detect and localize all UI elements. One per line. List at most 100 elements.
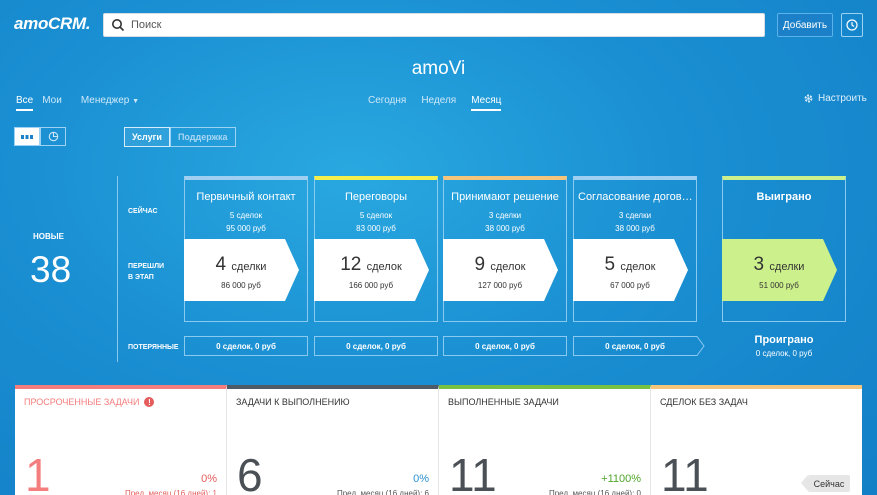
top-bar: amoCRM. Добавить (0, 0, 877, 48)
owner-filter: Все Мои Менеджер ▼ (16, 95, 139, 111)
stage-moved-count: 12 сделок (315, 254, 427, 276)
app-logo[interactable]: amoCRM. (14, 14, 91, 34)
stage-now-deals: 5 сделок (359, 211, 393, 220)
stage-moved-sum: 166 000 руб (348, 281, 394, 290)
gear-icon (804, 94, 813, 103)
stage-moved-count: 4 сделки (185, 254, 297, 276)
filter-all[interactable]: Все (16, 95, 34, 111)
stage-moved-value: 5 (604, 254, 616, 275)
notifications-button[interactable] (841, 13, 863, 37)
task-card-value: 11 (661, 449, 709, 495)
task-card-previous: Пред. месяц (16 дней): 0 (548, 489, 641, 495)
task-card-title: ПРОСРОЧЕННЫЕ ЗАДАЧИ! (24, 397, 155, 407)
view-toggle (14, 127, 66, 146)
won-count-value: 3 (753, 254, 765, 275)
task-card-percent: +1100% (601, 473, 641, 485)
funnel-view-button[interactable] (14, 127, 40, 146)
stage-moved-unit: сделки (231, 261, 267, 273)
task-card-title: ВЫПОЛНЕННЫЕ ЗАДАЧИ (448, 397, 559, 407)
page-title: amoVi (411, 58, 466, 79)
row-label-lost: ПОТЕРЯННЫЕ (128, 344, 179, 351)
task-card-title-text: ВЫПОЛНЕННЫЕ ЗАДАЧИ (448, 397, 559, 407)
stage-moved-count: 5 сделок (574, 254, 686, 276)
stage-now-deals: 3 сделки (618, 211, 652, 220)
tab-month[interactable]: Месяц (471, 95, 502, 111)
task-card[interactable]: ВЫПОЛНЕННЫЕ ЗАДАЧИ 11 +1100% Пред. месяц (1… (439, 385, 651, 495)
stage-now-sum: 83 000 руб (356, 224, 396, 233)
stage-now-deals: 3 сделки (488, 211, 522, 220)
stage-lost[interactable]: 0 сделок, 0 руб (314, 336, 438, 356)
stage-moved-unit: сделок (620, 261, 656, 273)
funnel-divider (117, 176, 118, 362)
filter-mine[interactable]: Мои (42, 95, 62, 111)
manager-dropdown-label: Менеджер (80, 95, 130, 106)
stage-name: Первичный контакт (196, 191, 296, 203)
row-label-moved-line2: В ЭТАП (128, 274, 154, 281)
task-card[interactable]: ЗАДАЧИ К ВЫПОЛНЕНИЮ 6 0% Пред. месяц (16 дн… (227, 385, 439, 495)
won-stage-title: Выиграно (756, 191, 812, 203)
new-deals-label: НОВЫЕ (33, 232, 64, 241)
stage-moved-sum: 86 000 руб (221, 281, 261, 290)
chevron-down-icon: ▼ (132, 98, 140, 105)
task-card-previous: Пред. месяц (16 дней): 1 (124, 489, 217, 495)
tab-today[interactable]: Сегодня (368, 95, 406, 111)
lost-total-title: Проиграно (754, 334, 814, 346)
stage-moved-value: 4 (215, 254, 227, 275)
stage-card[interactable]: Согласование догов… 3 сделки 38 000 руб 5 с… (573, 176, 697, 322)
lost-total-sub: 0 сделок, 0 руб (755, 349, 813, 358)
search-bar[interactable] (103, 13, 765, 37)
stage-moved-sum: 127 000 руб (477, 281, 523, 290)
stage-lost[interactable]: 0 сделок, 0 руб (573, 336, 697, 356)
new-deals-count: 38 (30, 249, 72, 290)
task-card-percent: 0% (413, 473, 429, 485)
task-card-title-text: ЗАДАЧИ К ВЫПОЛНЕНИЮ (236, 397, 350, 407)
stage-card[interactable]: Принимают решение 3 сделки 38 000 руб 9 сде… (443, 176, 567, 322)
stage-moved-unit: сделок (490, 261, 526, 273)
stage-card[interactable]: Переговоры 5 сделок 83 000 руб 12 сделок 166… (314, 176, 438, 322)
period-tabs: Сегодня Неделя Месяц (368, 95, 502, 111)
won-count-unit: сделки (769, 261, 805, 273)
row-label-moved: ПЕРЕШЛИ В ЭТАП (128, 261, 164, 283)
task-card-value: 11 (449, 449, 497, 495)
task-card-previous: Пред. месяц (16 дней): 6 (336, 489, 429, 495)
clock-icon (846, 19, 858, 31)
search-input[interactable] (131, 19, 764, 31)
stage-moved-value: 12 (340, 254, 362, 275)
task-card-value: 6 (237, 449, 263, 495)
stage-card[interactable]: Первичный контакт 5 сделок 95 000 руб 4 сде… (184, 176, 308, 322)
pie-chart-icon (48, 131, 58, 142)
list-view-icon (21, 134, 33, 139)
settings-label: Настроить (818, 93, 867, 104)
settings-link[interactable]: Настроить (803, 93, 867, 104)
stage-lost[interactable]: 0 сделок, 0 руб (184, 336, 308, 356)
task-card-title-text: СДЕЛОК БЕЗ ЗАДАЧ (660, 397, 748, 407)
task-card-title: СДЕЛОК БЕЗ ЗАДАЧ (660, 397, 748, 407)
task-card[interactable]: ПРОСРОЧЕННЫЕ ЗАДАЧИ! 1 0% Пред. месяц (16 д… (15, 385, 227, 495)
stage-now-sum: 38 000 руб (615, 224, 655, 233)
task-card-percent: 0% (201, 473, 217, 485)
tab-week[interactable]: Неделя (421, 95, 456, 111)
pipeline-tabs: Услуги Поддержка (124, 127, 236, 147)
stage-moved-count: 9 сделок (444, 254, 556, 276)
tab-pipeline-services[interactable]: Услуги (124, 127, 170, 147)
row-label-moved-line1: ПЕРЕШЛИ (128, 263, 165, 270)
stage-name: Согласование догов… (578, 191, 693, 203)
search-icon (112, 19, 125, 32)
task-card-title: ЗАДАЧИ К ВЫПОЛНЕНИЮ (236, 397, 350, 407)
chart-view-button[interactable] (40, 127, 66, 146)
row-label-now: СЕЙЧАС (128, 208, 158, 215)
stage-moved-sum: 67 000 руб (610, 281, 650, 290)
stage-now-sum: 38 000 руб (485, 224, 525, 233)
manager-dropdown[interactable]: Менеджер ▼ (81, 95, 139, 111)
won-stage[interactable]: Выиграно 3 сделки 51 000 руб (722, 176, 846, 322)
tab-pipeline-support[interactable]: Поддержка (169, 127, 236, 147)
stage-moved-unit: сделок (366, 261, 402, 273)
won-sum: 51 000 руб (759, 281, 799, 290)
now-tag[interactable]: Сейчас (801, 475, 850, 492)
warning-icon: ! (144, 397, 155, 407)
stage-moved-value: 9 (474, 254, 486, 275)
stage-lost[interactable]: 0 сделок, 0 руб (443, 336, 567, 356)
add-button[interactable]: Добавить (777, 13, 833, 37)
stage-name: Принимают решение (451, 191, 559, 203)
task-card-value: 1 (25, 449, 51, 495)
